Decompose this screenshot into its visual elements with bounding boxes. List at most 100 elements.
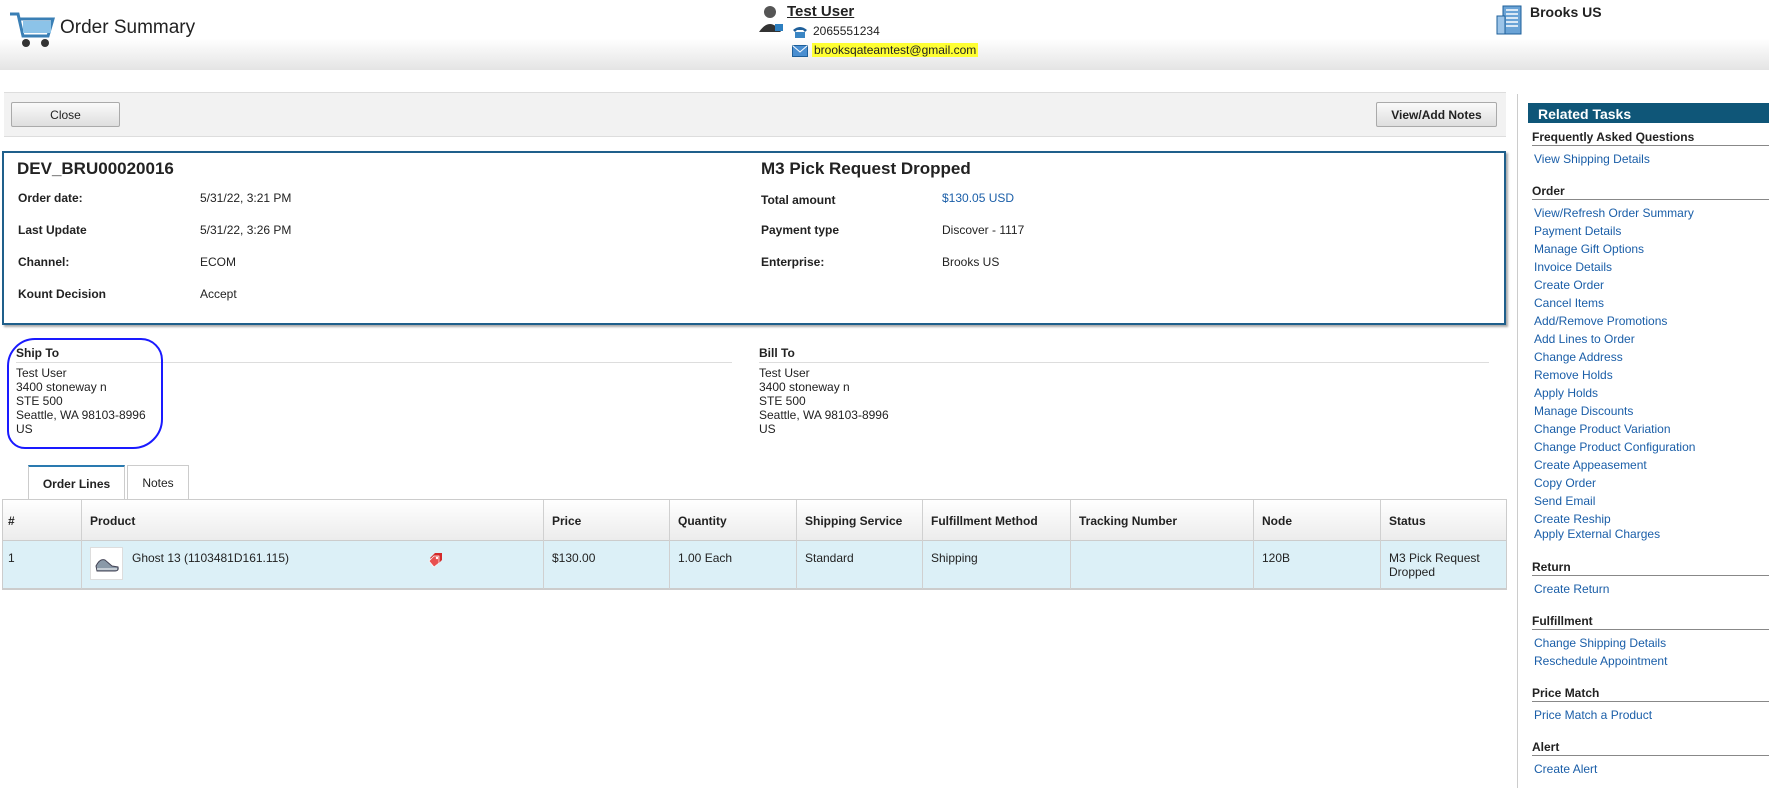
link-apply-external-charges[interactable]: Apply External Charges	[1534, 527, 1660, 541]
customer-avatar-icon	[759, 6, 783, 32]
alert-heading: Alert	[1532, 740, 1769, 756]
payment-type-value: Discover - 1117	[942, 223, 1025, 237]
payment-type-label: Payment type	[761, 223, 840, 237]
order-header-panel: DEV_BRU00020016 M3 Pick Request Dropped …	[2, 151, 1506, 325]
column-header[interactable]: Product	[90, 514, 135, 528]
product-thumbnail[interactable]	[90, 547, 123, 580]
tab-notes[interactable]: Notes	[127, 465, 189, 499]
link-reschedule-appointment[interactable]: Reschedule Appointment	[1534, 654, 1667, 668]
shoe-icon	[95, 559, 119, 572]
phone-icon	[793, 27, 807, 38]
link-add-remove-promotions[interactable]: Add/Remove Promotions	[1534, 314, 1667, 328]
cell-node: 120B	[1262, 551, 1291, 565]
enterprise-name: Brooks US	[1530, 4, 1602, 20]
tab-order-lines[interactable]: Order Lines	[28, 465, 125, 500]
close-button[interactable]: Close	[11, 102, 120, 127]
bill-to-line: 3400 stoneway n	[759, 380, 850, 394]
link-payment-details[interactable]: Payment Details	[1534, 224, 1621, 238]
bill-to-line: Test User	[759, 366, 810, 380]
link-change-shipping-details[interactable]: Change Shipping Details	[1534, 636, 1666, 650]
shopping-cart-icon	[10, 12, 56, 47]
link-remove-holds[interactable]: Remove Holds	[1534, 368, 1613, 382]
price-match-heading: Price Match	[1532, 686, 1769, 702]
link-add-lines-to-order[interactable]: Add Lines to Order	[1534, 332, 1635, 346]
order-status: M3 Pick Request Dropped	[761, 159, 971, 178]
total-amount-link[interactable]: $130.05 USD	[942, 191, 1014, 205]
order-lines-table: # Product Price Quantity Shipping Servic…	[2, 499, 1507, 590]
link-price-match-a-product[interactable]: Price Match a Product	[1534, 708, 1652, 722]
bill-to-line: US	[759, 422, 776, 436]
related-tasks-panel: Related Tasks Frequently Asked Questions…	[1517, 94, 1769, 788]
link-change-address[interactable]: Change Address	[1534, 350, 1623, 364]
link-change-product-variation[interactable]: Change Product Variation	[1534, 422, 1671, 436]
table-header-row: # Product Price Quantity Shipping Servic…	[3, 500, 1506, 541]
link-view-shipping-details[interactable]: View Shipping Details	[1534, 152, 1650, 166]
order-date-value: 5/31/22, 3:21 PM	[200, 191, 292, 205]
link-create-alert[interactable]: Create Alert	[1534, 762, 1597, 776]
related-tasks-title: Related Tasks	[1528, 103, 1769, 123]
order-date-label: Order date:	[18, 191, 83, 205]
price-tag-icon[interactable]	[428, 552, 444, 568]
link-send-email[interactable]: Send Email	[1534, 494, 1595, 508]
hand-drawn-annotation-circle	[7, 338, 163, 449]
column-header[interactable]: Price	[552, 514, 581, 528]
column-divider	[543, 500, 544, 589]
bill-to-section: Bill To Test User 3400 stoneway n STE 50…	[759, 346, 1489, 436]
customer-name[interactable]: Test User	[787, 3, 854, 20]
cell-shipping-service: Standard	[805, 551, 854, 565]
cell-status-line: Dropped	[1389, 565, 1436, 579]
link-create-return[interactable]: Create Return	[1534, 582, 1609, 596]
customer-phone: 2065551234	[813, 24, 880, 38]
cell-fulfillment-method: Shipping	[931, 551, 978, 565]
column-divider	[922, 500, 923, 589]
cell-line-number: 1	[8, 551, 15, 565]
link-apply-holds[interactable]: Apply Holds	[1534, 386, 1598, 400]
link-view-refresh-order-summary[interactable]: View/Refresh Order Summary	[1534, 206, 1694, 220]
order-number: DEV_BRU00020016	[17, 159, 174, 178]
link-copy-order[interactable]: Copy Order	[1534, 476, 1596, 490]
column-divider	[1380, 500, 1381, 589]
last-update-label: Last Update	[18, 223, 87, 237]
kount-decision-value: Accept	[200, 287, 237, 301]
enterprise-building-icon	[1496, 5, 1522, 35]
order-heading: Order	[1532, 184, 1769, 200]
email-icon	[792, 45, 808, 57]
link-change-product-configuration[interactable]: Change Product Configuration	[1534, 440, 1695, 454]
link-create-reship[interactable]: Create Reship	[1534, 512, 1611, 526]
fulfillment-heading: Fulfillment	[1532, 614, 1769, 630]
link-manage-gift-options[interactable]: Manage Gift Options	[1534, 242, 1644, 256]
page-header: Order Summary Test User 2065551234 brook…	[0, 0, 1769, 70]
column-header[interactable]: Status	[1389, 514, 1426, 528]
bill-to-line: STE 500	[759, 394, 806, 408]
column-divider	[1253, 500, 1254, 589]
view-add-notes-button[interactable]: View/Add Notes	[1376, 102, 1497, 127]
link-create-order[interactable]: Create Order	[1534, 278, 1604, 292]
table-row[interactable]: 1 Ghost 13 (1103481D161.115) $130.00 1.0…	[3, 541, 1506, 589]
column-header[interactable]: Shipping Service	[805, 514, 902, 528]
cell-status: M3 Pick Request Dropped	[1389, 551, 1480, 579]
link-create-appeasement[interactable]: Create Appeasement	[1534, 458, 1647, 472]
link-cancel-items[interactable]: Cancel Items	[1534, 296, 1604, 310]
channel-label: Channel:	[18, 255, 70, 269]
column-header[interactable]: #	[8, 514, 15, 528]
link-invoice-details[interactable]: Invoice Details	[1534, 260, 1612, 274]
cell-price: $130.00	[552, 551, 596, 565]
cell-quantity: 1.00 Each	[678, 551, 733, 565]
bill-to-line: Seattle, WA 98103-8996	[759, 408, 889, 422]
bill-to-heading: Bill To	[759, 346, 1489, 363]
cell-status-line: M3 Pick Request	[1389, 551, 1480, 565]
link-manage-discounts[interactable]: Manage Discounts	[1534, 404, 1633, 418]
enterprise-value: Brooks US	[942, 255, 1000, 269]
column-divider	[81, 500, 82, 589]
total-amount-label: Total amount	[761, 193, 836, 207]
column-header[interactable]: Node	[1262, 514, 1292, 528]
column-header[interactable]: Tracking Number	[1079, 514, 1177, 528]
column-header[interactable]: Quantity	[678, 514, 727, 528]
faq-heading: Frequently Asked Questions	[1532, 130, 1769, 146]
column-divider	[1070, 500, 1071, 589]
cell-product[interactable]: Ghost 13 (1103481D161.115)	[132, 551, 289, 565]
column-header[interactable]: Fulfillment Method	[931, 514, 1038, 528]
last-update-value: 5/31/22, 3:26 PM	[200, 223, 292, 237]
customer-email[interactable]: brooksqateamtest@gmail.com	[812, 43, 979, 57]
enterprise-label: Enterprise:	[761, 255, 825, 269]
